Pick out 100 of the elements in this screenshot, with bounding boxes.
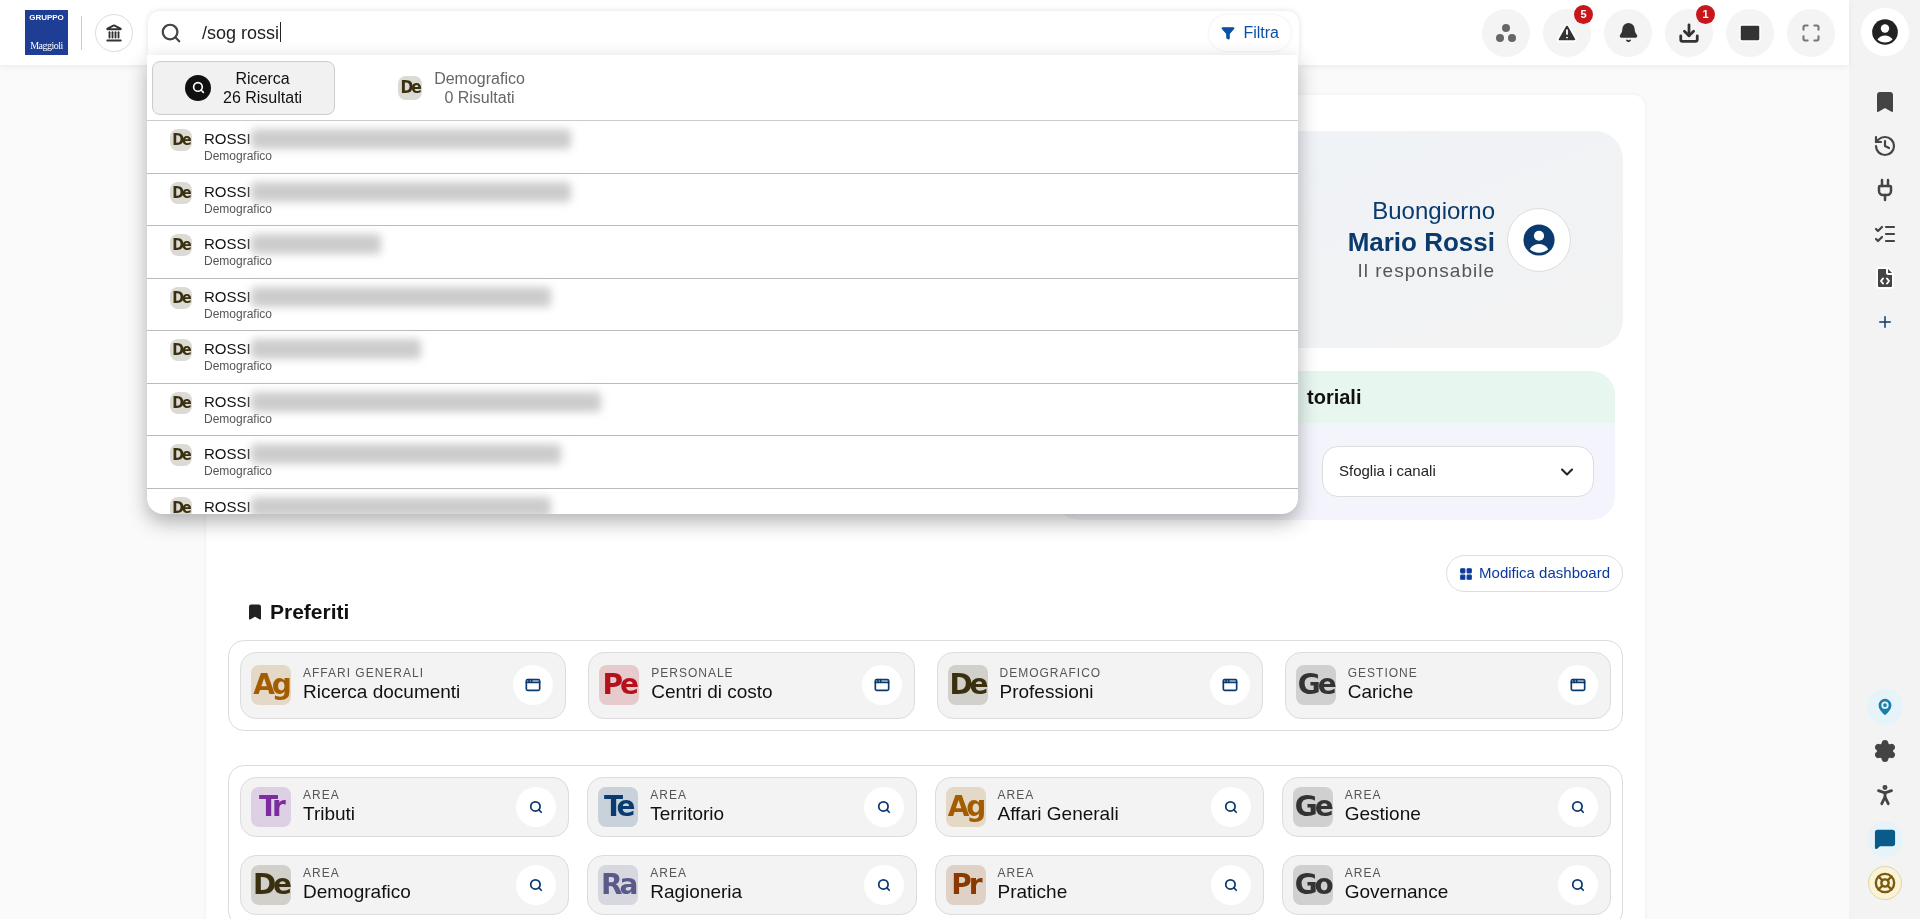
- window-icon: [1570, 677, 1586, 693]
- result-name: ROSSI: [204, 497, 251, 514]
- module-tag: Ag: [251, 665, 291, 705]
- institution-button[interactable]: [95, 13, 133, 52]
- bell-icon: [1617, 22, 1639, 43]
- result-name: ROSSI: [204, 182, 251, 201]
- category-label: AREA: [997, 865, 1036, 880]
- module-tag: De: [170, 496, 192, 514]
- module-title: Affari Generali: [997, 801, 1120, 826]
- dashboard-icon: [1459, 566, 1474, 581]
- results-tab[interactable]: Ricerca 26 Risultati: [152, 60, 336, 115]
- search-value[interactable]: /sog rossi: [202, 18, 1210, 47]
- module-tag: De: [170, 339, 192, 361]
- edit-dashboard-button[interactable]: Modifica dashboard: [1446, 555, 1623, 592]
- open-button[interactable]: [1558, 665, 1598, 705]
- result-subtitle: Demografico: [204, 464, 274, 478]
- result-row[interactable]: De ROSSI Demografico: [147, 331, 1298, 384]
- greeting-text: Buongiorno: [1372, 195, 1495, 226]
- module-title: Cariche: [1347, 680, 1415, 704]
- category-label: AREA: [1344, 787, 1383, 802]
- module-tag: Ge: [1295, 665, 1336, 705]
- module-title: Ricerca documenti: [303, 680, 462, 704]
- window-icon: [1221, 677, 1238, 693]
- module-tag: De: [170, 181, 192, 204]
- bell-button[interactable]: [1604, 8, 1652, 57]
- warning-button[interactable]: 5: [1543, 8, 1591, 57]
- module-tag: De: [947, 665, 988, 705]
- location-button[interactable]: [1866, 689, 1903, 725]
- open-button[interactable]: [1209, 665, 1250, 705]
- result-row[interactable]: De ROSSI Demografico: [147, 121, 1298, 174]
- result-row[interactable]: De ROSSI Demografico: [147, 436, 1298, 489]
- module-tag: De: [170, 391, 192, 414]
- user-icon: [1522, 222, 1556, 257]
- open-button[interactable]: [861, 665, 902, 705]
- tutorials-title: toriali: [1307, 385, 1362, 410]
- channels-select[interactable]: Sfoglia i canali: [1322, 446, 1594, 497]
- module-title: Tributi: [303, 801, 357, 826]
- result-row[interactable]: De ROSSI: [147, 488, 1298, 514]
- module-title: Gestione: [1344, 801, 1422, 826]
- filter-icon: [1221, 25, 1236, 40]
- category-label: AREA: [650, 865, 688, 880]
- result-subtitle: Demografico: [204, 359, 274, 373]
- module-tag: Te: [598, 786, 639, 827]
- category-label: DEMOGRAFICO: [999, 666, 1103, 680]
- search-field[interactable]: /sog rossi Filtra: [148, 10, 1299, 55]
- result-row[interactable]: De ROSSI Demografico: [147, 278, 1298, 331]
- result-subtitle: Demografico: [204, 254, 274, 268]
- search-icon: [185, 74, 211, 101]
- warning-icon: [1556, 21, 1578, 44]
- open-button[interactable]: [513, 665, 554, 705]
- module-title: Governance: [1344, 879, 1450, 904]
- module-title: Centri di costo: [651, 680, 774, 704]
- result-row[interactable]: De ROSSI Demografico: [147, 226, 1298, 279]
- apps-icon: [1495, 21, 1517, 44]
- category-label: PERSONALE: [651, 666, 735, 680]
- result-name: ROSSI: [204, 130, 251, 148]
- user-name: Mario Rossi: [1347, 225, 1495, 258]
- fullscreen-icon: [1801, 22, 1821, 43]
- search-icon: [1571, 799, 1585, 814]
- module-title: Territorio: [650, 801, 726, 826]
- mail-button[interactable]: [1726, 8, 1774, 57]
- result-name: ROSSI: [204, 235, 251, 253]
- module-title: Professioni: [999, 680, 1095, 704]
- user-role: Il responsabile: [1357, 258, 1495, 283]
- result-subtitle: Demografico: [204, 149, 274, 163]
- module-tag: Tr: [251, 786, 291, 827]
- search-icon: [1223, 799, 1238, 814]
- result-name: ROSSI: [204, 445, 251, 463]
- module-card[interactable]: Tr AREA Tributi: [240, 776, 570, 837]
- chat-icon: [1873, 828, 1896, 850]
- result-subtitle: Demografico: [204, 201, 274, 216]
- search-button[interactable]: [1558, 864, 1598, 905]
- notification-badge: 5: [1574, 4, 1593, 24]
- module-title: Pratiche: [997, 879, 1069, 904]
- result-row[interactable]: De ROSSI Demografico: [147, 383, 1298, 436]
- module-tag: De: [170, 286, 192, 309]
- history-icon[interactable]: [1872, 134, 1897, 158]
- category-label: AREA: [303, 865, 341, 880]
- filter-button[interactable]: Filtra: [1209, 14, 1291, 51]
- result-subtitle: Demografico: [204, 306, 274, 321]
- bank-icon: [105, 23, 123, 42]
- company-logo[interactable]: GRUPPO Maggioli: [25, 10, 68, 55]
- module-tag: De: [170, 444, 192, 466]
- search-icon: [160, 21, 182, 44]
- help-button[interactable]: [1867, 866, 1902, 900]
- chat-button[interactable]: [1866, 821, 1903, 857]
- section-title: Preferiti: [270, 599, 350, 625]
- result-name: ROSSI: [204, 287, 251, 306]
- bookmark-icon: [246, 602, 264, 621]
- download-button[interactable]: 1: [1665, 8, 1713, 57]
- search-icon: [876, 877, 891, 892]
- window-icon: [873, 677, 890, 693]
- apps-button[interactable]: [1482, 8, 1530, 57]
- account-button[interactable]: [1860, 8, 1909, 56]
- search-button[interactable]: [1558, 786, 1598, 827]
- result-name: ROSSI: [204, 392, 251, 411]
- notification-badge: 1: [1696, 4, 1715, 24]
- result-row[interactable]: De ROSSI Demografico: [147, 173, 1298, 226]
- window-icon: [525, 677, 542, 693]
- module-tag: Ge: [1292, 786, 1333, 827]
